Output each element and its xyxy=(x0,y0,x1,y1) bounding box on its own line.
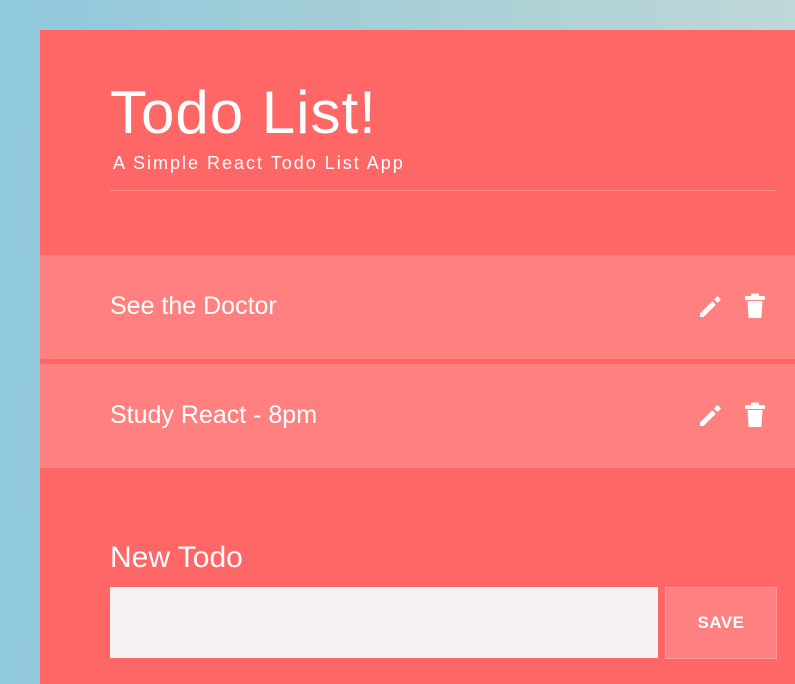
pencil-icon xyxy=(695,291,725,321)
todo-text: Study React - 8pm xyxy=(110,401,318,429)
edit-todo-button[interactable] xyxy=(695,400,725,430)
trash-icon xyxy=(740,400,770,430)
page-title: Todo List! xyxy=(110,79,377,146)
delete-todo-button[interactable] xyxy=(740,400,770,430)
todo-item: Study React - 8pm xyxy=(40,364,795,468)
page-subtitle: A Simple React Todo List App xyxy=(113,153,405,173)
new-todo-input[interactable] xyxy=(110,587,658,658)
delete-todo-button[interactable] xyxy=(740,291,770,321)
app-header: Todo List! A Simple React Todo List App xyxy=(110,78,776,191)
new-todo-label: New Todo xyxy=(110,541,243,574)
save-todo-button[interactable]: SAVE xyxy=(665,587,777,659)
todo-app-panel: Todo List! A Simple React Todo List App … xyxy=(40,30,795,684)
pencil-icon xyxy=(695,400,725,430)
edit-todo-button[interactable] xyxy=(695,291,725,321)
todo-item: See the Doctor xyxy=(40,255,795,359)
todo-text: See the Doctor xyxy=(110,292,277,320)
trash-icon xyxy=(740,291,770,321)
